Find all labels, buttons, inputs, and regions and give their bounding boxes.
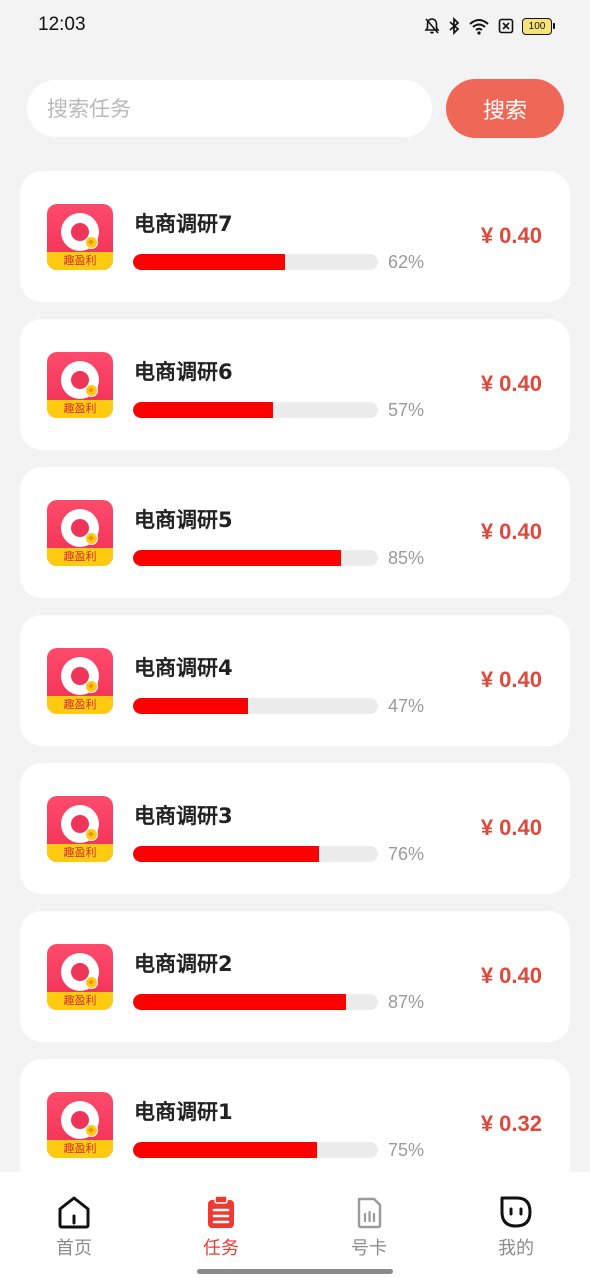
- task-title: 电商调研2: [134, 952, 233, 976]
- task-reward: ¥ 0.40: [480, 815, 542, 840]
- app-logo-icon: 趣盈利: [47, 1092, 113, 1158]
- task-progress-fill: [133, 994, 347, 1010]
- app-icon-label: 趣盈利: [47, 992, 113, 1010]
- app-icon-label: 趣盈利: [47, 844, 113, 862]
- search-input[interactable]: [27, 80, 432, 137]
- task-reward: ¥ 0.40: [480, 223, 542, 248]
- task-reward: ¥ 0.40: [480, 963, 542, 988]
- task-reward: ¥ 0.40: [480, 667, 542, 692]
- task-title: 电商调研6: [134, 360, 233, 384]
- task-card[interactable]: 趣盈利 电商调研7 62% ¥ 0.40: [20, 171, 570, 302]
- task-progress-fill: [133, 698, 249, 714]
- task-progress-label: 47%: [388, 696, 425, 716]
- status-icons: 100: [424, 14, 555, 38]
- task-card[interactable]: 趣盈利 电商调研4 47% ¥ 0.40: [20, 615, 570, 746]
- home-icon: [58, 1196, 90, 1229]
- task-reward: ¥ 0.40: [480, 371, 542, 396]
- app-logo-icon: 趣盈利: [47, 648, 113, 714]
- task-progress-bar: [133, 846, 378, 862]
- task-progress-fill: [133, 1142, 317, 1158]
- app-logo-icon: 趣盈利: [47, 204, 113, 270]
- task-title: 电商调研7: [134, 212, 233, 236]
- wifi-icon: [469, 19, 489, 35]
- task-title: 电商调研4: [134, 656, 233, 680]
- task-progress-label: 62%: [388, 252, 425, 272]
- app-icon-label: 趣盈利: [47, 696, 113, 714]
- task-card[interactable]: 趣盈利 电商调研1 75% ¥ 0.32: [20, 1059, 570, 1190]
- task-title: 电商调研5: [134, 508, 233, 532]
- app-icon-label: 趣盈利: [47, 1140, 113, 1158]
- task-progress-bar: [133, 698, 378, 714]
- nav-label-home: 首页: [56, 1238, 92, 1259]
- task-progress-fill: [133, 550, 342, 566]
- app-icon-label: 趣盈利: [47, 252, 113, 270]
- task-progress-fill: [133, 846, 320, 862]
- task-progress-bar: [133, 402, 378, 418]
- clipboard-icon: [208, 1195, 234, 1228]
- task-progress-bar: [133, 254, 378, 270]
- task-card[interactable]: 趣盈利 电商调研5 85% ¥ 0.40: [20, 467, 570, 598]
- nav-label-sim-card: 号卡: [351, 1238, 387, 1259]
- bottom-nav: 首页 任务 号卡 我的: [0, 1172, 590, 1278]
- battery-icon: 100: [522, 17, 555, 35]
- nav-item-home[interactable]: 首页: [24, 1194, 124, 1260]
- task-title: 电商调研1: [134, 1100, 233, 1124]
- task-progress-bar: [133, 1142, 378, 1158]
- task-reward: ¥ 0.32: [480, 1111, 542, 1136]
- nav-label-tasks: 任务: [203, 1238, 239, 1259]
- task-list: 趣盈利 电商调研7 62% ¥ 0.40 趣盈利 电商调研6 57% ¥ 0.4…: [20, 171, 570, 1207]
- app-logo-icon: 趣盈利: [47, 944, 113, 1010]
- task-progress-label: 76%: [388, 844, 425, 864]
- task-progress-bar: [133, 994, 378, 1010]
- nav-item-profile[interactable]: 我的: [466, 1194, 566, 1260]
- task-progress-fill: [133, 402, 273, 418]
- bell-off-icon: [424, 18, 440, 34]
- nav-label-profile: 我的: [498, 1238, 534, 1259]
- task-title: 电商调研3: [134, 804, 233, 828]
- nav-item-sim-card[interactable]: 号卡: [319, 1194, 419, 1260]
- task-progress-bar: [133, 550, 378, 566]
- task-progress-label: 85%: [388, 548, 425, 568]
- bluetooth-icon: [449, 17, 460, 35]
- nav-item-tasks[interactable]: 任务: [171, 1194, 271, 1260]
- task-card[interactable]: 趣盈利 电商调研3 76% ¥ 0.40: [20, 763, 570, 894]
- status-bar: 12:03 100: [0, 0, 590, 54]
- home-indicator: [197, 1269, 393, 1274]
- task-progress-label: 75%: [388, 1140, 425, 1160]
- task-progress-label: 87%: [388, 992, 425, 1012]
- status-time: 12:03: [38, 14, 86, 35]
- app-logo-icon: 趣盈利: [47, 500, 113, 566]
- task-card[interactable]: 趣盈利 电商调研6 57% ¥ 0.40: [20, 319, 570, 450]
- app-icon-label: 趣盈利: [47, 548, 113, 566]
- no-sim-icon: [498, 18, 514, 34]
- task-card[interactable]: 趣盈利 电商调研2 87% ¥ 0.40: [20, 911, 570, 1042]
- profile-icon: [500, 1196, 532, 1228]
- app-logo-icon: 趣盈利: [47, 796, 113, 862]
- task-progress-fill: [133, 254, 285, 270]
- app-icon-label: 趣盈利: [47, 400, 113, 418]
- sim-card-icon: [357, 1197, 382, 1229]
- search-button[interactable]: 搜索: [446, 79, 564, 138]
- app-logo-icon: 趣盈利: [47, 352, 113, 418]
- task-reward: ¥ 0.40: [480, 519, 542, 544]
- task-progress-label: 57%: [388, 400, 425, 420]
